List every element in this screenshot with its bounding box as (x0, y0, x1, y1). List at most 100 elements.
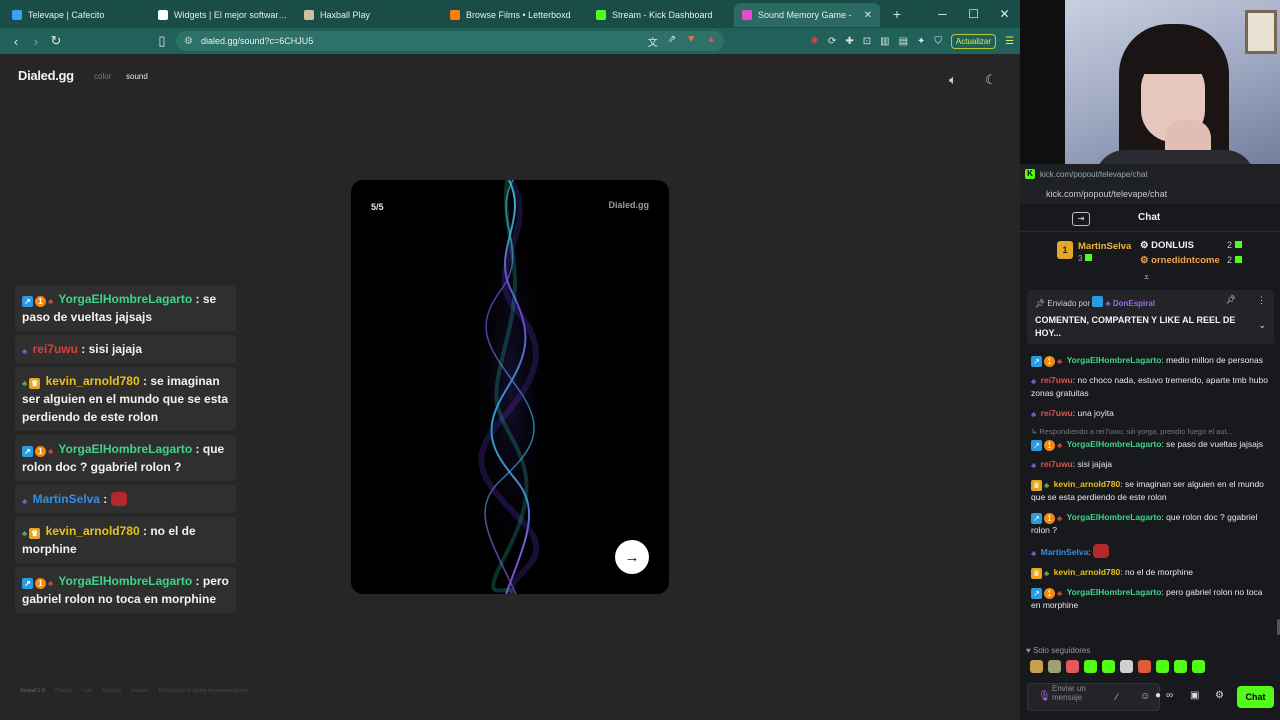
wallet-icon[interactable]: ▤ (899, 36, 908, 47)
emote-icon[interactable] (1174, 660, 1187, 673)
emote-icon[interactable] (1030, 660, 1043, 673)
dark-mode-icon[interactable]: ☾ (985, 72, 997, 88)
chat-username[interactable]: kevin_arnold780 (1054, 567, 1121, 577)
gift-icon[interactable]: ▣ (1190, 690, 1199, 701)
extension-icon[interactable]: ⟳ (828, 36, 836, 47)
emote-icon[interactable] (1156, 660, 1169, 673)
leaf-badge-icon: ♣ (1057, 589, 1063, 598)
chat-username[interactable]: kevin_arnold780 (46, 524, 140, 538)
emote-icon[interactable] (1066, 660, 1079, 673)
chat-input[interactable]: 🎙︎ Enviar un mensaje ⁄ ☺ (1027, 683, 1160, 711)
footer-link[interactable]: Sound 1.0 (20, 688, 45, 694)
leaf-badge-icon: ♣ (48, 297, 54, 306)
chat-username[interactable]: YorgaElHombreLagarto (58, 442, 192, 456)
extensions-puzzle-icon[interactable]: ✚ (845, 36, 853, 47)
chat-username[interactable]: YorgaElHombreLagarto (1067, 512, 1162, 522)
new-tab-button[interactable]: + (888, 6, 906, 22)
menu-icon[interactable]: ☰ (1005, 36, 1014, 47)
update-button[interactable]: Actualizar (950, 33, 997, 49)
infinity-icon[interactable]: ∞ (1166, 690, 1173, 701)
emote-icon[interactable] (1138, 660, 1151, 673)
emote-icon[interactable] (1048, 660, 1061, 673)
maximize-icon[interactable]: ☐ (958, 0, 989, 28)
sub-badge-icon: 1 (1044, 513, 1055, 524)
leaf-badge-icon: ♣ (1057, 514, 1063, 523)
first-place-badge: 1 (1057, 241, 1073, 259)
pin-icon[interactable]: 📌︎ (1226, 295, 1236, 304)
chat-username[interactable]: rei7uwu (1041, 459, 1073, 469)
footer-link[interactable]: Scoring (102, 688, 121, 694)
site-settings-icon[interactable]: ⚙ (184, 36, 193, 47)
reply-context[interactable]: ↳ Respondiendo a rei7uwu: siii yorga, pr… (1031, 427, 1271, 436)
back-icon[interactable]: ‹ (6, 34, 26, 49)
nav-color-link[interactable]: color (94, 72, 111, 81)
emote-icon[interactable] (1084, 660, 1097, 673)
emote-icon[interactable] (1102, 660, 1115, 673)
footer-link[interactable]: Lab (83, 688, 92, 694)
leader-third-name[interactable]: ⚙ ornedidntcome (1140, 255, 1220, 266)
chat-username[interactable]: MartinSelva (33, 492, 100, 506)
footer-link[interactable]: Privacy (55, 688, 73, 694)
next-button[interactable]: → (615, 540, 649, 574)
bookmark-icon[interactable]: ▯ (152, 33, 172, 49)
emote-icon[interactable] (1120, 660, 1133, 673)
extension-red-icon[interactable]: ✱ (811, 36, 819, 47)
browser-tab[interactable]: Stream - Kick Dashboard (588, 3, 734, 27)
emote-icon (1093, 544, 1110, 558)
mic-icon[interactable]: 🎙︎ (1038, 691, 1051, 702)
command-icon[interactable]: ⁄ (1116, 692, 1118, 702)
chat-username[interactable]: YorgaElHombreLagarto (58, 574, 192, 588)
chat-username[interactable]: kevin_arnold780 (46, 374, 140, 388)
chat-username[interactable]: YorgaElHombreLagarto (58, 292, 192, 306)
emote-icon[interactable] (1192, 660, 1205, 673)
chat-username[interactable]: kevin_arnold780 (1054, 479, 1121, 489)
expand-leaderboard-icon[interactable]: ⩡ (1144, 272, 1149, 283)
leader-second-name[interactable]: ⚙ DONLUIS (1140, 240, 1194, 251)
site-logo[interactable]: Dialed.gg (18, 68, 74, 83)
emote-icon (110, 492, 127, 506)
send-chat-button[interactable]: Chat (1237, 686, 1274, 708)
chat-username[interactable]: rei7uwu (1041, 408, 1073, 418)
browser-tab[interactable]: Sound Memory Game - ✕ (734, 3, 880, 27)
emoji-icon[interactable]: ☺ (1140, 691, 1150, 702)
nav-sound-link[interactable]: sound (126, 72, 148, 81)
popout-url: kick.com/popout/televape/chat (1020, 184, 1280, 204)
browser-tab[interactable]: Televape | Cafecito (4, 3, 150, 27)
chat-username[interactable]: rei7uwu (1041, 375, 1073, 385)
footer-link[interactable]: Do not sell or share my personal info (159, 688, 249, 694)
crown-badge-icon: ♛ (1031, 568, 1042, 579)
browser-tab[interactable]: Widgets | El mejor software para (150, 3, 296, 27)
close-window-icon[interactable]: ✕ (989, 0, 1020, 28)
brave-rewards-icon[interactable]: ▲ (706, 34, 716, 49)
footer-link[interactable]: Socials (131, 688, 149, 694)
chat-username[interactable]: rei7uwu (33, 342, 78, 356)
sidebar-icon[interactable]: ▥ (880, 36, 889, 47)
minimize-icon[interactable]: ─ (927, 0, 958, 28)
leo-icon[interactable]: ✦ (917, 36, 925, 47)
settings-icon[interactable]: ⚙ (1215, 690, 1224, 701)
verified-badge-icon: ↗ (1031, 588, 1042, 599)
vpn-icon[interactable]: ⛉ (934, 36, 942, 47)
chat-username[interactable]: YorgaElHombreLagarto (1067, 439, 1162, 449)
users-icon[interactable]: ● (1155, 690, 1161, 701)
translate-icon[interactable]: 文 (648, 34, 658, 49)
volume-icon[interactable]: 🔈︎ (949, 72, 957, 88)
address-bar[interactable]: ⚙ dialed.gg/sound?c=6CHJU5 文 ⇗ ▼ ▲ (176, 31, 724, 51)
chevron-down-icon[interactable]: ⌄ (1258, 320, 1266, 331)
stream-chat-overlay: ↗ 1 ♣ YorgaElHombreLagarto : se paso de vu… (15, 285, 236, 617)
chat-username[interactable]: YorgaElHombreLagarto (1067, 355, 1162, 365)
reload-icon[interactable]: ↻ (46, 33, 66, 49)
share-icon[interactable]: ⇗ (668, 34, 676, 49)
collapse-chat-icon[interactable]: ⇥ (1072, 212, 1090, 226)
more-options-icon[interactable]: ⋮ (1257, 295, 1266, 306)
close-tab-icon[interactable]: ✕ (864, 10, 872, 21)
chat-username[interactable]: MartinSelva (1041, 547, 1089, 557)
leader-first-name[interactable]: MartinSelva (1078, 241, 1131, 252)
brave-shield-icon[interactable]: ▼ (686, 34, 696, 49)
browser-tab[interactable]: Browse Films • Letterboxd (442, 3, 588, 27)
forward-icon[interactable]: › (26, 34, 46, 49)
browser-tab[interactable]: Haxball Play (296, 3, 442, 27)
chat-username[interactable]: YorgaElHombreLagarto (1067, 587, 1162, 597)
screenshot-icon[interactable]: ⊡ (863, 36, 871, 47)
chat-message: ♛ ♣ kevin_arnold780: se imaginan ser algu… (1031, 479, 1264, 502)
